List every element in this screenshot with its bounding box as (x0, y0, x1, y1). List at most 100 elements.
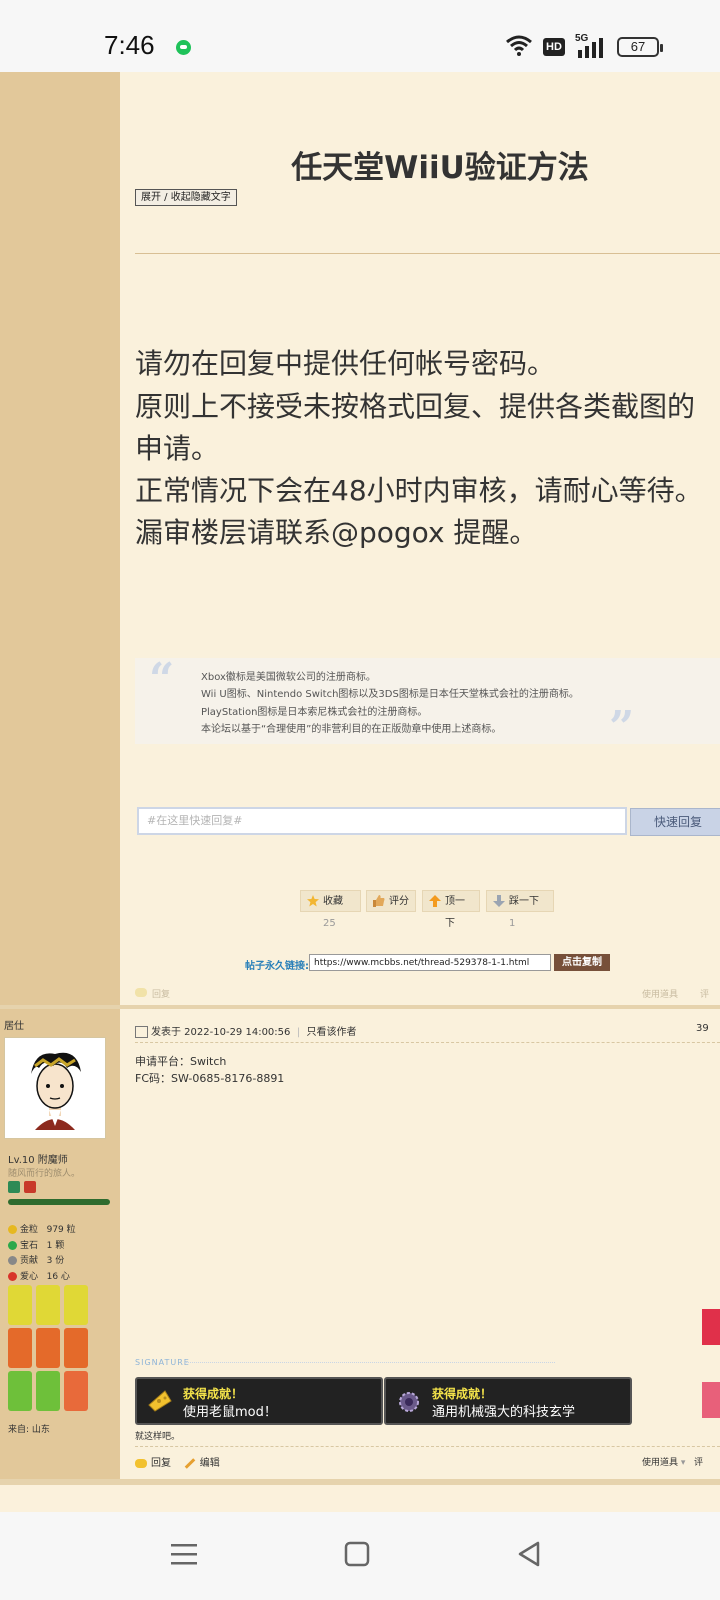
upvote-label: 顶一下 (445, 896, 465, 929)
user-level: Lv.10 附魔师 (8, 1155, 68, 1166)
achievement-title: 获得成就！ (432, 1387, 493, 1401)
badge-pickaxe-icon[interactable] (64, 1285, 88, 1325)
footer-actions: 回复 使用道具 评 (120, 982, 720, 1004)
quote-line: PlayStation图标是日本索尼株式会社的注册商标。 (201, 707, 428, 718)
chevron-down-icon: ▾ (680, 1458, 686, 1468)
menu-icon[interactable] (171, 1542, 197, 1566)
floor-number: 39 (696, 1023, 709, 1034)
achievement-desc: 使用老鼠mod！ (183, 1405, 277, 1420)
tools-link[interactable]: 使用道具 (642, 987, 678, 1000)
signature-text: 就这样吧。 (135, 1432, 181, 1442)
avatar[interactable] (4, 1037, 106, 1139)
badge-icon[interactable] (8, 1371, 32, 1411)
open-quote-icon: “ (149, 654, 175, 705)
edit-link[interactable]: 编辑 (200, 1458, 220, 1469)
post-date: 发表于 2022-10-29 14:00:56 (151, 1027, 291, 1038)
arrow-up-icon (429, 895, 441, 907)
rate-link[interactable]: 评 (694, 1458, 703, 1468)
gold-icon (8, 1225, 17, 1234)
rate-button[interactable]: 评分 (366, 890, 416, 912)
reply-link[interactable]: 回复 (151, 1458, 171, 1469)
post-meta: 发表于 2022-10-29 14:00:56 | 只看该作者 (135, 1023, 356, 1038)
forum-page: 任天堂WiiU验证方法 展开 / 收起隐藏文字 请勿在回复中提供任何帐号密码。 … (0, 72, 720, 1512)
permalink-label: 帖子永久链接: (245, 961, 309, 972)
tools-label: 使用道具 (642, 1458, 679, 1468)
user-group: 居仕 (4, 1021, 24, 1032)
downvote-button[interactable]: 踩一下 1 (486, 890, 554, 929)
side-decoration (702, 1309, 720, 1345)
system-nav-bar (0, 1512, 720, 1600)
home-icon[interactable] (344, 1541, 370, 1567)
avatar-image (31, 1052, 81, 1130)
contribution-icon (8, 1256, 17, 1265)
back-icon[interactable] (517, 1541, 541, 1567)
heart-icon (8, 1272, 17, 1281)
quote-line: Xbox徽标是美国微软公司的注册商标。 (201, 672, 376, 683)
quick-reply-input[interactable]: #在这里快速回复# (137, 807, 627, 835)
favorite-button[interactable]: 收藏 25 (300, 890, 361, 929)
gear-icon (399, 1392, 419, 1412)
divider (135, 1446, 720, 1447)
post-footer: 回复 编辑 (135, 1454, 220, 1469)
badge-icon[interactable] (36, 1371, 60, 1411)
quote-line: Wii U图标、Nintendo Switch图标以及3DS图标是日本任天堂株式… (201, 689, 579, 700)
divider (135, 1042, 720, 1043)
signature-divider (185, 1362, 555, 1363)
close-quote-icon: ” (609, 702, 635, 753)
badge-icon[interactable] (64, 1371, 88, 1411)
reply-link[interactable]: 回复 (152, 987, 170, 1000)
bus-icon (8, 1181, 20, 1193)
stat-love: 爱心 16 心 (8, 1269, 70, 1282)
only-author-link[interactable]: 只看该作者 (306, 1027, 356, 1038)
badge-pickaxe-icon[interactable] (36, 1285, 60, 1325)
notice-line: 请勿在回复中提供任何帐号密码。 (135, 347, 556, 380)
star-icon (307, 895, 319, 907)
achievement-title: 获得成就！ (183, 1387, 244, 1401)
quick-reply-button[interactable]: 快速回复 (630, 808, 720, 836)
stat-value: 1 颗 (46, 1241, 65, 1251)
notice-line: 漏审楼层请联系@pogox 提醒。 (135, 516, 538, 549)
stat-label: 金粒 (20, 1225, 39, 1235)
experience-bar (8, 1199, 110, 1205)
bus-icon (24, 1181, 36, 1193)
gem-icon (8, 1241, 17, 1250)
reply-post: 发表于 2022-10-29 14:00:56 | 只看该作者 39 申请平台：… (120, 1009, 720, 1479)
copy-link-button[interactable]: 点击复制 (554, 954, 610, 971)
favorite-label: 收藏 (323, 896, 343, 907)
stat-gold: 金粒 979 粒 (8, 1222, 76, 1235)
user-location: 来自: 山东 (8, 1425, 50, 1435)
thumbs-up-icon (373, 895, 385, 907)
post-body-line: FC码：SW-0685-8176-8891 (135, 1072, 285, 1085)
stat-label: 爱心 (20, 1272, 39, 1282)
notice-line: 申请。 (135, 432, 220, 465)
signature-label: SIGNATURE (135, 1358, 190, 1367)
achievement-card: 获得成就！ 使用老鼠mod！ (135, 1377, 383, 1425)
badge-icon[interactable] (8, 1328, 32, 1368)
stat-value: 3 份 (46, 1256, 65, 1266)
page-title: 任天堂WiiU验证方法 (291, 150, 589, 186)
achievement-desc: 通用机械强大的科技玄学 (432, 1405, 576, 1420)
toggle-hidden-text-button[interactable]: 展开 / 收起隐藏文字 (135, 189, 237, 206)
badge-icon[interactable] (64, 1328, 88, 1368)
rate-link[interactable]: 评 (700, 987, 709, 1000)
trademark-quote: “ ” Xbox徽标是美国微软公司的注册商标。 Wii U图标、Nintendo… (135, 654, 720, 753)
user-motto: 随风而行的旅人。 (8, 1169, 81, 1179)
post-icon (135, 1026, 148, 1038)
tools-menu[interactable]: 使用道具 ▾ 评 (642, 1455, 703, 1468)
notice-line: 正常情况下会在48小时内审核，请耐心等待。 (135, 474, 703, 507)
hd-icon: HD (543, 38, 565, 56)
badge-pickaxe-icon[interactable] (8, 1285, 32, 1325)
stat-value: 979 粒 (46, 1225, 76, 1235)
favorite-count: 25 (323, 918, 336, 929)
upvote-button[interactable]: 顶一下 (422, 890, 480, 929)
wifi-icon (506, 35, 532, 56)
left-column (0, 72, 120, 1032)
badge-icon[interactable] (36, 1328, 60, 1368)
notice-line: 原则上不接受未按格式回复、提供各类截图的 (135, 390, 696, 423)
signal-icon (578, 38, 603, 58)
battery-indicator: 67 (617, 37, 663, 57)
stat-contribution: 贡献 3 份 (8, 1253, 64, 1266)
main-post: 任天堂WiiU验证方法 展开 / 收起隐藏文字 请勿在回复中提供任何帐号密码。 … (120, 72, 720, 1032)
side-decoration (702, 1382, 720, 1418)
permalink-field[interactable]: https://www.mcbbs.net/thread-529378-1-1.… (309, 954, 551, 971)
